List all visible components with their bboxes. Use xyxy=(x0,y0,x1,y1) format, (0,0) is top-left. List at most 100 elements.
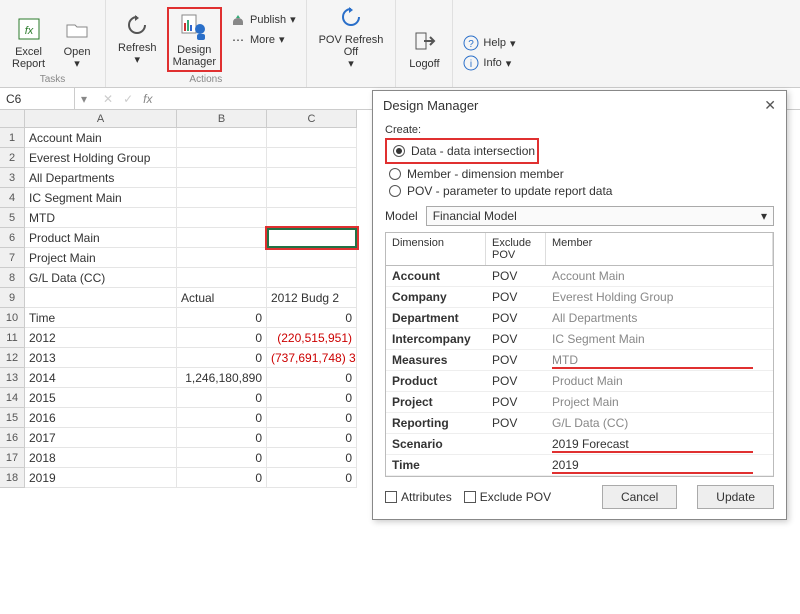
dimension-row[interactable]: MeasuresPOVMTD xyxy=(386,350,773,371)
cell[interactable]: 0 xyxy=(267,468,357,488)
cell[interactable] xyxy=(177,208,267,228)
dimension-row[interactable]: ProductPOVProduct Main xyxy=(386,371,773,392)
dimension-row[interactable]: CompanyPOVEverest Holding Group xyxy=(386,287,773,308)
dimension-row[interactable]: AccountPOVAccount Main xyxy=(386,266,773,287)
attributes-checkbox[interactable]: Attributes xyxy=(385,490,452,504)
exclude-pov-checkbox[interactable]: Exclude POV xyxy=(464,490,551,504)
row-header[interactable]: 13 xyxy=(0,368,25,388)
cell[interactable]: Project Main xyxy=(25,248,177,268)
cell[interactable]: 2018 xyxy=(25,448,177,468)
row-header[interactable]: 17 xyxy=(0,448,25,468)
model-select[interactable]: Financial Model ▾ xyxy=(426,206,774,226)
row-header[interactable]: 10 xyxy=(0,308,25,328)
col-header-C[interactable]: C xyxy=(267,110,357,128)
cell[interactable] xyxy=(177,188,267,208)
cell[interactable]: Everest Holding Group xyxy=(25,148,177,168)
cell[interactable]: Time xyxy=(25,308,177,328)
cell[interactable]: 0 xyxy=(267,388,357,408)
row-header[interactable]: 11 xyxy=(0,328,25,348)
cell[interactable]: (220,515,951) xyxy=(267,328,357,348)
radio-data[interactable]: Data - data intersection xyxy=(393,144,535,158)
cell[interactable]: Actual xyxy=(177,288,267,308)
row-header[interactable]: 7 xyxy=(0,248,25,268)
cell[interactable] xyxy=(267,128,357,148)
name-box-dropdown[interactable]: ▾ xyxy=(75,92,93,106)
cell[interactable]: 0 xyxy=(267,368,357,388)
row-header[interactable]: 16 xyxy=(0,428,25,448)
refresh-button[interactable]: Refresh▾ xyxy=(112,7,163,68)
cell[interactable] xyxy=(267,208,357,228)
info-button[interactable]: i Info ▾ xyxy=(459,54,519,72)
select-all-corner[interactable] xyxy=(0,110,25,128)
col-header-B[interactable]: B xyxy=(177,110,267,128)
design-manager-button[interactable]: Design Manager xyxy=(167,7,222,72)
cell[interactable] xyxy=(25,288,177,308)
cell[interactable] xyxy=(177,248,267,268)
more-button[interactable]: ⋯ More ▾ xyxy=(226,31,300,49)
pov-refresh-button[interactable]: POV Refresh Off▾ xyxy=(313,0,390,72)
cell[interactable]: 0 xyxy=(177,408,267,428)
cell[interactable]: 0 xyxy=(177,328,267,348)
cancel-edit-icon[interactable]: ✕ xyxy=(103,92,113,106)
cell[interactable] xyxy=(177,268,267,288)
cell[interactable]: 0 xyxy=(177,348,267,368)
row-header[interactable]: 2 xyxy=(0,148,25,168)
row-header[interactable]: 14 xyxy=(0,388,25,408)
excel-report-button[interactable]: fx Excel Report xyxy=(6,11,51,72)
cell[interactable] xyxy=(177,148,267,168)
cell[interactable]: 2014 xyxy=(25,368,177,388)
cell[interactable] xyxy=(267,168,357,188)
dimension-row[interactable]: IntercompanyPOVIC Segment Main xyxy=(386,329,773,350)
cell[interactable]: 0 xyxy=(177,388,267,408)
row-header[interactable]: 5 xyxy=(0,208,25,228)
row-header[interactable]: 15 xyxy=(0,408,25,428)
cell[interactable]: 0 xyxy=(177,468,267,488)
cell[interactable]: 2012 Budg 2 xyxy=(267,288,357,308)
dialog-close-button[interactable]: ✕ xyxy=(764,97,776,114)
cell[interactable] xyxy=(177,168,267,188)
row-header[interactable]: 9 xyxy=(0,288,25,308)
cell[interactable] xyxy=(267,248,357,268)
help-button[interactable]: ? Help ▾ xyxy=(459,34,519,52)
confirm-edit-icon[interactable]: ✓ xyxy=(123,92,133,106)
row-header[interactable]: 3 xyxy=(0,168,25,188)
cell[interactable]: 0 xyxy=(177,448,267,468)
update-button[interactable]: Update xyxy=(697,485,774,509)
dimension-row[interactable]: ProjectPOVProject Main xyxy=(386,392,773,413)
col-header-A[interactable]: A xyxy=(25,110,177,128)
cell[interactable] xyxy=(267,188,357,208)
cell[interactable]: IC Segment Main xyxy=(25,188,177,208)
publish-button[interactable]: Publish ▾ xyxy=(226,11,300,29)
cell[interactable]: 0 xyxy=(267,428,357,448)
cell[interactable]: 2019 xyxy=(25,468,177,488)
cell[interactable]: 2015 xyxy=(25,388,177,408)
cell[interactable]: 1,246,180,890 xyxy=(177,368,267,388)
cell[interactable]: G/L Data (CC) xyxy=(25,268,177,288)
cell[interactable] xyxy=(177,128,267,148)
row-header[interactable]: 1 xyxy=(0,128,25,148)
dimension-row[interactable]: ReportingPOVG/L Data (CC) xyxy=(386,413,773,434)
radio-pov[interactable]: POV - parameter to update report data xyxy=(389,184,774,198)
row-header[interactable]: 8 xyxy=(0,268,25,288)
cell[interactable]: 2017 xyxy=(25,428,177,448)
cell[interactable]: 2016 xyxy=(25,408,177,428)
cell[interactable]: 2012 xyxy=(25,328,177,348)
cell[interactable]: 0 xyxy=(267,308,357,328)
cell[interactable]: 0 xyxy=(177,428,267,448)
dimension-row[interactable]: Scenario2019 Forecast xyxy=(386,434,773,455)
cell[interactable]: 0 xyxy=(267,408,357,428)
radio-member[interactable]: Member - dimension member xyxy=(389,167,774,181)
cell[interactable]: 0 xyxy=(267,448,357,468)
dimension-row[interactable]: Time2019 xyxy=(386,455,773,476)
fx-icon[interactable]: fx xyxy=(143,92,152,106)
cell[interactable]: MTD xyxy=(25,208,177,228)
dimension-row[interactable]: DepartmentPOVAll Departments xyxy=(386,308,773,329)
cell[interactable] xyxy=(177,228,267,248)
cell[interactable]: All Departments xyxy=(25,168,177,188)
cell[interactable] xyxy=(267,148,357,168)
row-header[interactable]: 6 xyxy=(0,228,25,248)
cell[interactable]: Account Main xyxy=(25,128,177,148)
cell[interactable]: Product Main xyxy=(25,228,177,248)
open-button[interactable]: Open▾ xyxy=(55,11,99,72)
cell[interactable] xyxy=(267,268,357,288)
